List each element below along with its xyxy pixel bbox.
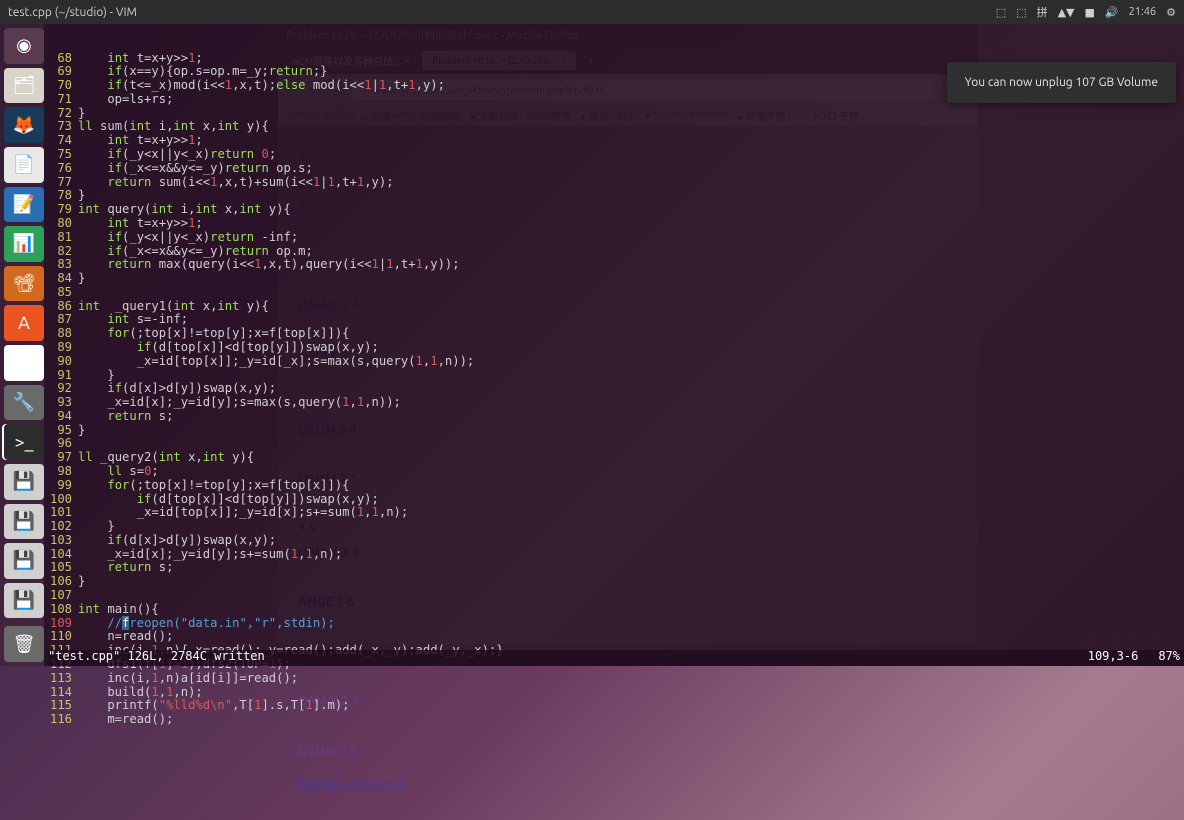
- code-line[interactable]: 91 }: [46, 369, 1182, 383]
- code-line[interactable]: 87 int s=-inf;: [46, 313, 1182, 327]
- launcher-item-disk2[interactable]: 💾: [4, 504, 44, 540]
- launcher: ◉🗂🦊📄📝📊📽Aa🔧>_💾💾💾💾 🗑: [0, 24, 48, 666]
- code-line[interactable]: 102 }: [46, 520, 1182, 534]
- battery-icon[interactable]: ■: [1084, 6, 1094, 19]
- launcher-item-calc[interactable]: 📊: [4, 226, 44, 262]
- launcher-item-writer[interactable]: 📝: [4, 187, 44, 223]
- code-line[interactable]: 100 if(d[top[x]]<d[top[y]])swap(x,y);: [46, 493, 1182, 507]
- code-line[interactable]: 76 if(_x<=x&&y<=_y)return op.s;: [46, 162, 1182, 176]
- code-line[interactable]: 109 //freopen("data.in","r",stdin);: [46, 617, 1182, 631]
- code-line[interactable]: 105 return s;: [46, 561, 1182, 575]
- code-line[interactable]: 116 m=read();: [46, 713, 1182, 727]
- code-line[interactable]: 94 return s;: [46, 410, 1182, 424]
- code-line[interactable]: 96: [46, 437, 1182, 451]
- code-line[interactable]: 97ll _query2(int x,int y){: [46, 451, 1182, 465]
- launcher-item-settings[interactable]: 🔧: [4, 385, 44, 421]
- code-line[interactable]: 84}: [46, 272, 1182, 286]
- code-line[interactable]: 77 return sum(i<<1,x,t)+sum(i<<1|1,t+1,y…: [46, 176, 1182, 190]
- code-line[interactable]: 110 n=read();: [46, 630, 1182, 644]
- code-line[interactable]: 115 printf("%lld%d\n",T[1].s,T[1].m);: [46, 699, 1182, 713]
- launcher-trash[interactable]: 🗑: [4, 626, 44, 662]
- launcher-item-dash[interactable]: ◉: [4, 28, 44, 64]
- launcher-item-disk4[interactable]: 💾: [4, 583, 44, 619]
- vim-cursor-pos: 109,3-6: [1088, 650, 1139, 666]
- code-line[interactable]: 72}: [46, 107, 1182, 121]
- code-line[interactable]: 80 int t=x+y>>1;: [46, 217, 1182, 231]
- vim-status-bar: "test.cpp" 126L, 2784C written 109,3-6 8…: [44, 650, 1184, 666]
- code-line[interactable]: 81 if(_y<x||y<_x)return -inf;: [46, 231, 1182, 245]
- launcher-item-libreoffice[interactable]: 📄: [4, 147, 44, 183]
- code-line[interactable]: 73ll sum(int i,int x,int y){: [46, 120, 1182, 134]
- network-icon[interactable]: ▲▼: [1058, 6, 1075, 19]
- code-line[interactable]: 78}: [46, 189, 1182, 203]
- code-line[interactable]: 82 if(_x<=x&&y<=_y)return op.m;: [46, 245, 1182, 259]
- launcher-item-disk1[interactable]: 💾: [4, 464, 44, 500]
- code-line[interactable]: 113 inc(i,1,n)a[id[i]]=read();: [46, 672, 1182, 686]
- code-line[interactable]: 93 _x=id[x];_y=id[y];s=max(s,query(1,1,n…: [46, 396, 1182, 410]
- launcher-item-terminal[interactable]: >_: [4, 424, 44, 460]
- code-line[interactable]: 79int query(int i,int x,int y){: [46, 203, 1182, 217]
- code-line[interactable]: 103 if(d[x]>d[y])swap(x,y);: [46, 534, 1182, 548]
- code-line[interactable]: 104 _x=id[x];_y=id[y];s+=sum(1,1,n);: [46, 548, 1182, 562]
- code-line[interactable]: 90 _x=id[top[x]];_y=id[_x];s=max(s,query…: [46, 355, 1182, 369]
- code-line[interactable]: 99 for(;top[x]!=top[y];x=f[top[x]]){: [46, 479, 1182, 493]
- code-line[interactable]: 74 int t=x+y>>1;: [46, 134, 1182, 148]
- code-line[interactable]: 92 if(d[x]>d[y])swap(x,y);: [46, 382, 1182, 396]
- code-line[interactable]: 86int _query1(int x,int y){: [46, 300, 1182, 314]
- vim-scroll-pct: 87%: [1158, 650, 1180, 666]
- code-line[interactable]: 98 ll s=0;: [46, 465, 1182, 479]
- launcher-item-firefox[interactable]: 🦊: [4, 107, 44, 143]
- launcher-item-impress[interactable]: 📽: [4, 266, 44, 302]
- window-title: test.cpp (~/studio) - VIM: [8, 6, 996, 19]
- code-line[interactable]: 85: [46, 286, 1182, 300]
- code-line[interactable]: 107: [46, 589, 1182, 603]
- tray-icon[interactable]: ⬚: [996, 6, 1006, 19]
- notification-text: You can now unplug 107 GB Volume: [965, 76, 1158, 89]
- launcher-item-amazon[interactable]: a: [4, 345, 44, 381]
- launcher-item-files[interactable]: 🗂: [4, 68, 44, 104]
- launcher-item-software[interactable]: A: [4, 305, 44, 341]
- gear-icon[interactable]: ⚙: [1166, 6, 1176, 19]
- code-line[interactable]: 95}: [46, 424, 1182, 438]
- clock[interactable]: 21:46: [1129, 6, 1157, 18]
- code-line[interactable]: 89 if(d[top[x]]<d[top[y]])swap(x,y);: [46, 341, 1182, 355]
- system-tray: ⬚ ⬚ 拼 ▲▼ ■ 🔊 21:46 ⚙: [996, 4, 1176, 20]
- code-line[interactable]: 114 build(1,1,n);: [46, 686, 1182, 700]
- code-line[interactable]: 88 for(;top[x]!=top[y];x=f[top[x]]){: [46, 327, 1182, 341]
- tray-icon[interactable]: ⬚: [1016, 6, 1026, 19]
- code-line[interactable]: 75 if(_y<x||y<_x)return 0;: [46, 148, 1182, 162]
- top-panel: test.cpp (~/studio) - VIM ⬚ ⬚ 拼 ▲▼ ■ 🔊 2…: [0, 0, 1184, 24]
- vim-status-left: "test.cpp" 126L, 2784C written: [48, 650, 1088, 666]
- code-line[interactable]: 83 return max(query(i<<1,x,t),query(i<<1…: [46, 258, 1182, 272]
- sample-output-heading: Sample Output: [298, 771, 958, 800]
- code-line[interactable]: 108int main(){: [46, 603, 1182, 617]
- vim-editor[interactable]: 68 int t=x+y>>1;69 if(x==y){op.s=op.m=_y…: [44, 24, 1184, 666]
- notification-toast[interactable]: You can now unplug 107 GB Volume: [947, 62, 1176, 103]
- code-line[interactable]: 106}: [46, 575, 1182, 589]
- volume-icon[interactable]: 🔊: [1105, 6, 1119, 19]
- launcher-item-disk3[interactable]: 💾: [4, 543, 44, 579]
- keyboard-indicator[interactable]: 拼: [1037, 4, 1048, 20]
- sample-output-line: QSUM 3 4: [298, 739, 958, 764]
- code-line[interactable]: 101 _x=id[top[x]];_y=id[x];s+=sum(1,1,n)…: [46, 506, 1182, 520]
